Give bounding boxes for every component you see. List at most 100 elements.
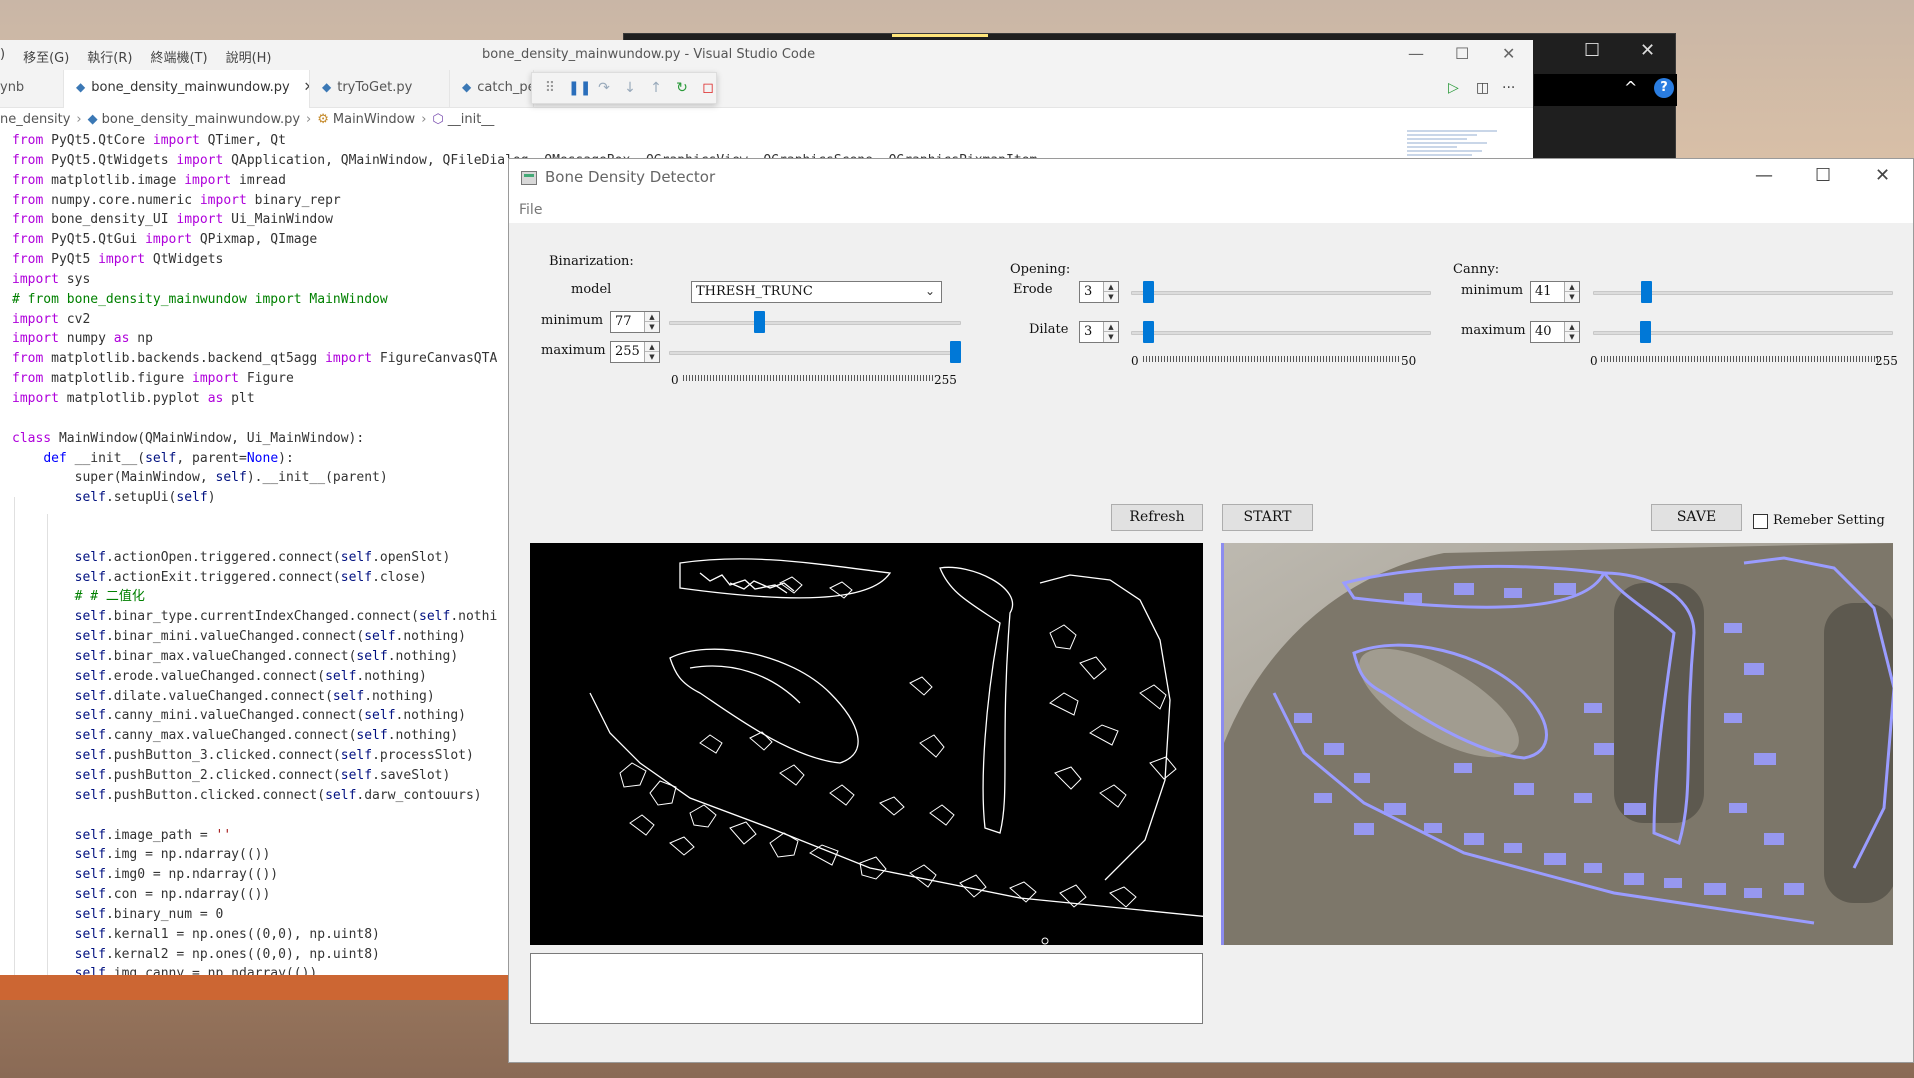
menu-file[interactable]: File [519, 202, 542, 218]
refresh-button[interactable]: Refresh [1111, 504, 1203, 531]
arrow-down-icon[interactable]: ▼ [645, 352, 659, 362]
tab-catch-pe[interactable]: ◆ catch_pe [450, 70, 534, 108]
tab-ynb[interactable]: ynb [0, 70, 64, 108]
bin-minimum-label: minimum [541, 313, 604, 328]
tab-bone-density-mainwundow[interactable]: ◆bone_density_mainwundow.py✕ [64, 70, 310, 108]
spin-arrows[interactable]: ▲ ▼ [1564, 282, 1579, 302]
slider-handle[interactable] [1640, 321, 1651, 343]
spin-arrows[interactable]: ▲ ▼ [1103, 322, 1118, 342]
dilate-spinbox[interactable]: 3 ▲ ▼ [1079, 321, 1119, 343]
canny-minimum-slider[interactable] [1593, 281, 1893, 305]
erode-slider[interactable] [1131, 281, 1431, 305]
breadcrumb-method[interactable]: __init__ [448, 112, 495, 127]
code-line: self.pushButton_3.clicked.connect(self.p… [74, 748, 474, 764]
slider-handle[interactable] [950, 341, 961, 363]
contour-image [1224, 543, 1893, 945]
model-combobox[interactable]: THRESH_TRUNC ⌄ [691, 281, 942, 303]
minimize-icon[interactable]: — [1755, 165, 1773, 186]
spin-arrows[interactable]: ▲ ▼ [1103, 282, 1118, 302]
arrow-down-icon[interactable]: ▼ [1104, 332, 1118, 342]
maximize-icon[interactable]: ☐ [1584, 40, 1600, 61]
close-icon[interactable]: ✕ [1640, 40, 1655, 61]
drag-handle-icon[interactable]: ⠿ [542, 80, 558, 96]
more-actions-icon[interactable]: ··· [1502, 80, 1515, 96]
breadcrumb-folder[interactable]: ne_density [0, 112, 70, 127]
close-icon[interactable]: ✕ [1502, 44, 1515, 63]
spin-arrows[interactable]: ▲ ▼ [644, 342, 659, 362]
code-line: from numpy.core.numeric import binary_re… [12, 192, 341, 208]
close-icon[interactable]: ✕ [1875, 165, 1890, 186]
slider-ticks [683, 375, 933, 381]
menu-item[interactable]: ) [0, 47, 5, 66]
code-line: self.actionOpen.triggered.connect(self.o… [74, 549, 451, 565]
save-button[interactable]: SAVE [1651, 504, 1742, 531]
dilate-slider[interactable] [1131, 321, 1431, 345]
menu-item-terminal[interactable]: 終端機(T) [150, 47, 207, 66]
slider-handle[interactable] [754, 311, 765, 333]
erode-label: Erode [1013, 282, 1053, 297]
breadcrumb-file[interactable]: bone_density_mainwundow.py [102, 112, 300, 127]
code-line: import sys [12, 271, 91, 287]
code-line: self.kernal1 = np.ones((0,0), np.uint8) [74, 926, 380, 942]
contour-image-view [1221, 543, 1893, 945]
chevron-down-icon: ⌄ [924, 284, 935, 298]
menu-item-help[interactable]: 說明(H) [226, 47, 272, 66]
arrow-down-icon[interactable]: ▼ [1104, 292, 1118, 302]
bin-maximum-spinbox[interactable]: 255 ▲ ▼ [610, 341, 660, 363]
erode-spinbox[interactable]: 3 ▲ ▼ [1079, 281, 1119, 303]
arrow-up-icon[interactable]: ▲ [1104, 322, 1118, 332]
chevron-up-icon[interactable]: ^ [1624, 78, 1637, 97]
code-line: self.pushButton.clicked.connect(self.dar… [74, 787, 482, 803]
restart-icon[interactable]: ↻ [674, 80, 690, 96]
tab-trytoget[interactable]: ◆ tryToGet.py [310, 70, 450, 108]
arrow-up-icon[interactable]: ▲ [645, 312, 659, 322]
canny-maximum-spinbox[interactable]: 40 ▲ ▼ [1530, 321, 1580, 343]
help-icon[interactable]: ? [1654, 78, 1674, 98]
bin-minimum-slider[interactable] [669, 311, 961, 335]
bin-minimum-spinbox[interactable]: 77 ▲ ▼ [610, 311, 660, 333]
arrow-up-icon[interactable]: ▲ [1565, 322, 1579, 332]
arrow-down-icon[interactable]: ▼ [1565, 292, 1579, 302]
code-line: import numpy as np [12, 331, 153, 347]
start-button[interactable]: START [1222, 504, 1313, 531]
arrow-up-icon[interactable]: ▲ [1104, 282, 1118, 292]
code-line: from matplotlib.backends.backend_qt5agg … [12, 351, 498, 367]
step-out-icon[interactable]: ↑ [648, 80, 664, 96]
menu-item-go[interactable]: 移至(G) [23, 47, 69, 66]
spin-arrows[interactable]: ▲ ▼ [1564, 322, 1579, 342]
split-editor-icon[interactable]: ◫ [1476, 80, 1489, 96]
pause-icon[interactable]: ❚❚ [568, 80, 591, 96]
arrow-down-icon[interactable]: ▼ [1565, 332, 1579, 342]
code-line: from PyQt5.QtGui import QPixmap, QImage [12, 232, 318, 248]
spin-arrows[interactable]: ▲ ▼ [644, 312, 659, 332]
canny-range-max: 255 [1875, 354, 1898, 368]
arrow-up-icon[interactable]: ▲ [645, 342, 659, 352]
minimize-icon[interactable]: — [1408, 44, 1424, 63]
stop-icon[interactable]: ◻ [700, 80, 716, 96]
code-editor[interactable]: from PyQt5.QtCore import QTimer, Qt from … [12, 131, 1037, 984]
canny-maximum-slider[interactable] [1593, 321, 1893, 345]
arrow-up-icon[interactable]: ▲ [1565, 282, 1579, 292]
maximize-icon[interactable]: ☐ [1815, 165, 1831, 186]
tab-label: catch_pe [477, 80, 534, 95]
canny-minimum-spinbox[interactable]: 41 ▲ ▼ [1530, 281, 1580, 303]
slider-groove [1593, 291, 1893, 295]
output-textbox[interactable] [530, 953, 1203, 1024]
step-over-icon[interactable]: ↷ [596, 80, 612, 96]
remember-setting-checkbox[interactable] [1753, 514, 1768, 529]
slider-handle[interactable] [1641, 281, 1652, 303]
menu-item-run[interactable]: 執行(R) [87, 47, 132, 66]
slider-handle[interactable] [1143, 281, 1154, 303]
breadcrumb-class[interactable]: MainWindow [333, 112, 415, 127]
bin-maximum-slider[interactable] [669, 341, 961, 365]
arrow-down-icon[interactable]: ▼ [645, 322, 659, 332]
tab-label: ynb [0, 80, 25, 95]
run-icon[interactable]: ▷ [1448, 80, 1459, 96]
spin-value: 3 [1084, 324, 1093, 339]
maximize-icon[interactable]: ☐ [1455, 44, 1469, 63]
step-into-icon[interactable]: ↓ [622, 80, 638, 96]
vscode-title: bone_density_mainwundow.py - Visual Stud… [482, 47, 816, 62]
dilate-label: Dilate [1029, 322, 1069, 337]
slider-handle[interactable] [1143, 321, 1154, 343]
